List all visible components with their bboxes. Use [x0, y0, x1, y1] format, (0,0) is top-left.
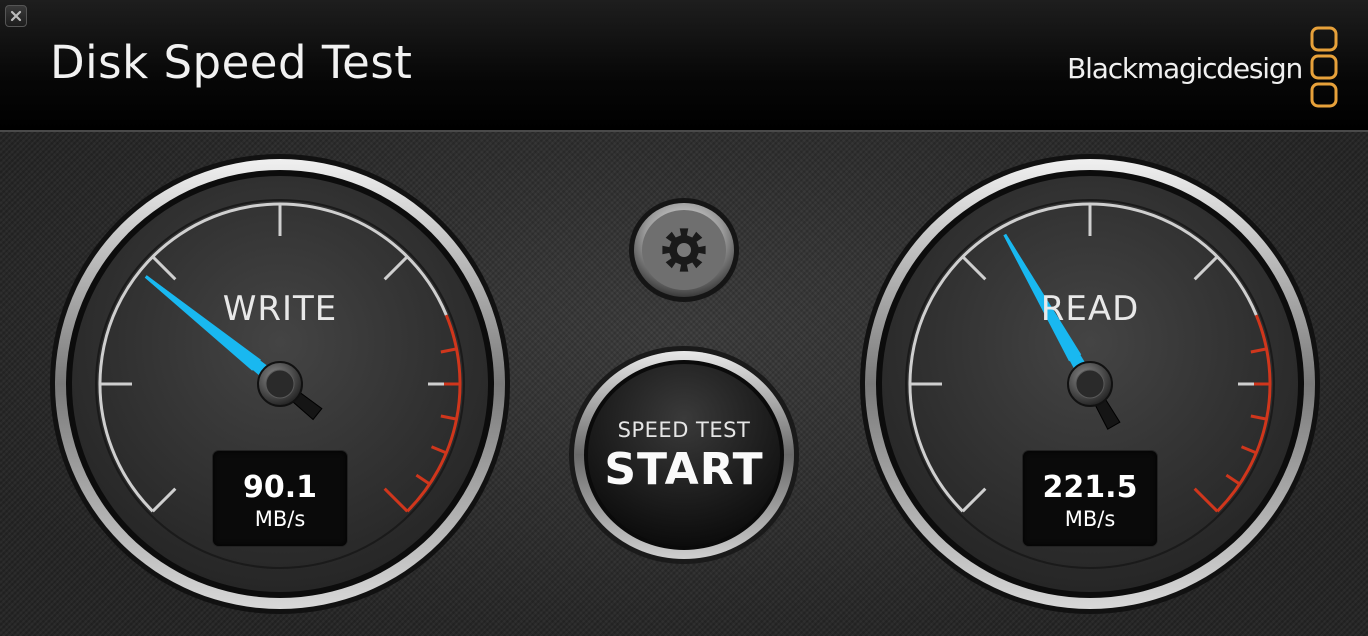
brand-logo: Blackmagicdesign [1067, 26, 1338, 110]
settings-button[interactable] [627, 196, 741, 304]
write-readout: 90.1 MB/s [213, 451, 347, 546]
start-speed-test-button[interactable]: SPEED TEST START [568, 345, 800, 565]
close-button[interactable] [5, 5, 27, 27]
read-gauge: READ 221.5 MB/s [859, 153, 1321, 615]
gear-icon [662, 228, 706, 272]
app-title: Disk Speed Test [50, 36, 413, 89]
read-speed-unit: MB/s [1064, 507, 1116, 531]
read-readout: 221.5 MB/s [1023, 451, 1157, 546]
brand-name: Blackmagicdesign [1067, 51, 1303, 85]
start-button-label: START [604, 443, 764, 495]
write-speed-value: 90.1 [242, 470, 318, 505]
title-bar: Disk Speed Test Blackmagicdesign [0, 0, 1368, 132]
blackmagic-logo-icon [1310, 26, 1338, 108]
write-gauge: WRITE 90.1 MB/s [49, 153, 511, 615]
write-gauge-label: WRITE [222, 289, 338, 329]
read-speed-value: 221.5 [1042, 470, 1138, 505]
start-button-caption: SPEED TEST [617, 417, 751, 442]
write-speed-unit: MB/s [254, 507, 306, 531]
read-gauge-label: READ [1040, 289, 1140, 329]
close-icon [10, 10, 22, 22]
